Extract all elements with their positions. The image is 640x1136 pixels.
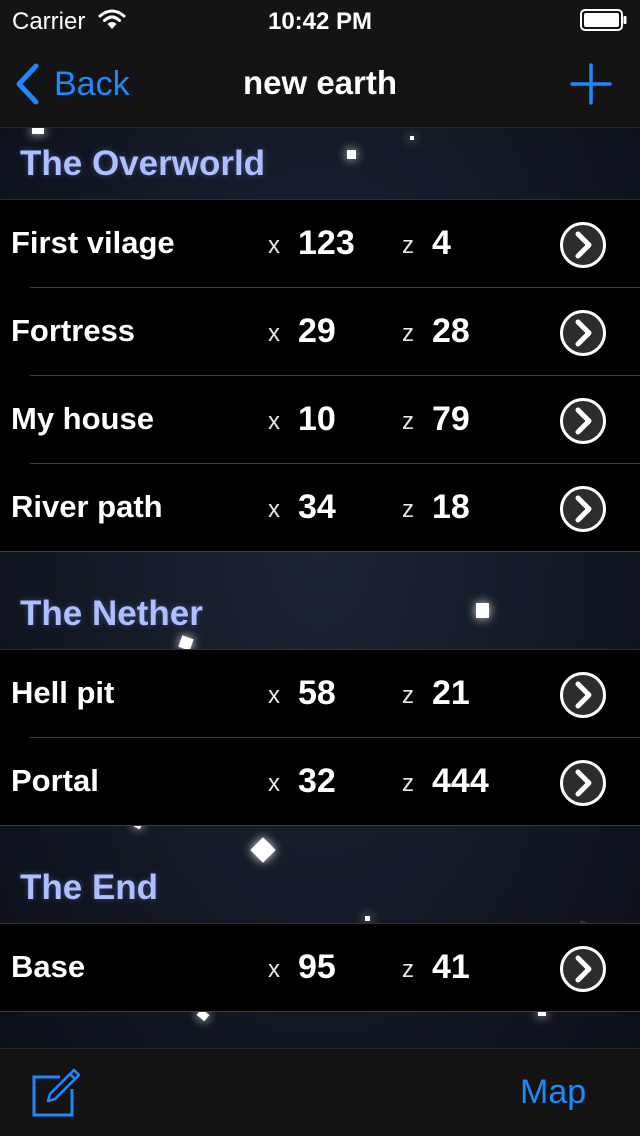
chevron-right-circle-icon[interactable] bbox=[559, 945, 607, 993]
chevron-right-circle-icon[interactable] bbox=[559, 485, 607, 533]
section-title: The Overworld bbox=[20, 144, 266, 183]
x-coord-label: x bbox=[268, 956, 280, 983]
bottom-toolbar: Map bbox=[0, 1048, 640, 1136]
section-header-nether: The Nether bbox=[0, 578, 640, 650]
z-coord-label: z bbox=[402, 770, 414, 797]
waypoint-name: Base bbox=[11, 949, 86, 984]
waypoint-name: River path bbox=[11, 489, 163, 524]
chevron-right-circle-icon[interactable] bbox=[559, 759, 607, 807]
battery-icon bbox=[580, 9, 627, 31]
waypoint-row[interactable]: First vilage x 123 z 4 bbox=[0, 200, 640, 288]
section-rows-end: Base x 95 z 41 bbox=[0, 924, 640, 1012]
compose-icon[interactable] bbox=[30, 1067, 82, 1119]
x-coord-value: 29 bbox=[298, 312, 336, 350]
z-coord-value: 41 bbox=[432, 948, 470, 986]
row-divider bbox=[0, 1011, 640, 1012]
z-coord-label: z bbox=[402, 956, 414, 983]
row-divider bbox=[0, 825, 640, 826]
z-coord-value: 18 bbox=[432, 488, 470, 526]
x-coord-value: 58 bbox=[298, 674, 336, 712]
waypoint-name: Portal bbox=[11, 763, 99, 798]
chevron-right-circle-icon[interactable] bbox=[559, 397, 607, 445]
waypoint-row[interactable]: Hell pit x 58 z 21 bbox=[0, 650, 640, 738]
z-coord-value: 21 bbox=[432, 674, 470, 712]
row-divider bbox=[0, 551, 640, 552]
waypoint-row[interactable]: Fortress x 29 z 28 bbox=[0, 288, 640, 376]
section-rows-nether: Hell pit x 58 z 21 Portal x 32 z 444 bbox=[0, 650, 640, 826]
x-coord-label: x bbox=[268, 770, 280, 797]
z-coord-value: 79 bbox=[432, 400, 470, 438]
x-coord-label: x bbox=[268, 682, 280, 709]
x-coord-value: 10 bbox=[298, 400, 336, 438]
z-coord-value: 4 bbox=[432, 224, 451, 262]
x-coord-value: 95 bbox=[298, 948, 336, 986]
waypoint-row[interactable]: My house x 10 z 79 bbox=[0, 376, 640, 464]
x-coord-label: x bbox=[268, 408, 280, 435]
x-coord-value: 34 bbox=[298, 488, 336, 526]
section-header-end: The End bbox=[0, 852, 640, 924]
x-coord-value: 123 bbox=[298, 224, 355, 262]
page-title: new earth bbox=[242, 64, 398, 101]
waypoint-name: My house bbox=[11, 401, 154, 436]
z-coord-label: z bbox=[402, 682, 414, 709]
waypoint-name: Hell pit bbox=[11, 675, 115, 710]
waypoint-name: First vilage bbox=[11, 225, 175, 260]
section-rows-overworld: First vilage x 123 z 4 Fortress x 29 z 2… bbox=[0, 200, 640, 552]
navigation-bar: Back new earth bbox=[0, 40, 640, 128]
x-coord-label: x bbox=[268, 320, 280, 347]
z-coord-label: z bbox=[402, 408, 414, 435]
chevron-right-circle-icon[interactable] bbox=[559, 221, 607, 269]
z-coord-value: 28 bbox=[432, 312, 470, 350]
back-label: Back bbox=[54, 64, 130, 103]
z-coord-label: z bbox=[402, 232, 414, 259]
z-coord-label: z bbox=[402, 320, 414, 347]
add-button[interactable] bbox=[569, 62, 613, 106]
status-bar: Carrier 10:42 PM bbox=[0, 0, 640, 40]
x-coord-label: x bbox=[268, 232, 280, 259]
x-coord-label: x bbox=[268, 496, 280, 523]
map-button[interactable]: Map bbox=[520, 1073, 586, 1112]
status-time: 10:42 PM bbox=[267, 8, 373, 35]
section-title: The End bbox=[20, 868, 159, 907]
waypoint-row[interactable]: Base x 95 z 41 bbox=[0, 924, 640, 1012]
section-header-overworld: The Overworld bbox=[0, 128, 640, 200]
waypoint-name: Fortress bbox=[11, 313, 136, 348]
z-coord-value: 444 bbox=[432, 762, 489, 800]
x-coord-value: 32 bbox=[298, 762, 336, 800]
section-title: The Nether bbox=[20, 594, 203, 633]
waypoint-row[interactable]: Portal x 32 z 444 bbox=[0, 738, 640, 826]
chevron-left-icon bbox=[16, 63, 39, 105]
z-coord-label: z bbox=[402, 496, 414, 523]
waypoint-row[interactable]: River path x 34 z 18 bbox=[0, 464, 640, 552]
back-button[interactable]: Back bbox=[14, 62, 130, 106]
chevron-right-circle-icon[interactable] bbox=[559, 309, 607, 357]
chevron-right-circle-icon[interactable] bbox=[559, 671, 607, 719]
